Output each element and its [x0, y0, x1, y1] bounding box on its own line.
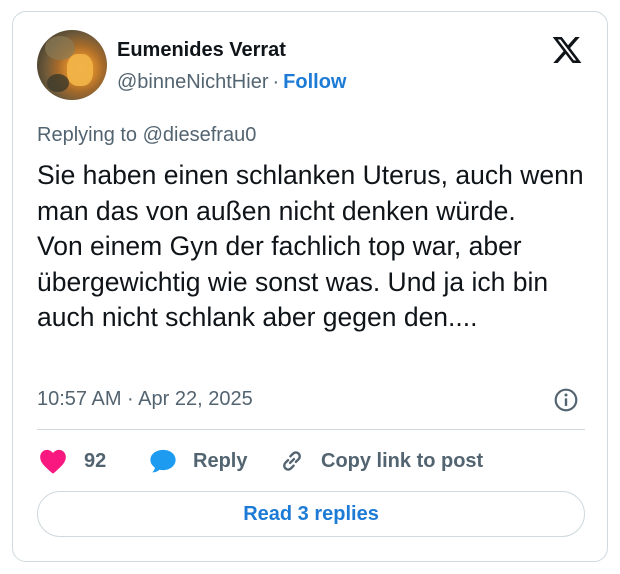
divider	[37, 429, 585, 430]
copy-link-label: Copy link to post	[321, 449, 484, 472]
author-handle[interactable]: @binneNichtHier	[117, 71, 268, 93]
read-replies-button[interactable]: Read 3 replies	[37, 491, 585, 537]
avatar-shape	[47, 74, 69, 92]
avatar[interactable]	[37, 30, 107, 100]
copy-link-button[interactable]: Copy link to post	[279, 446, 483, 476]
info-icon[interactable]	[553, 387, 579, 413]
avatar-shape	[67, 54, 93, 86]
speech-bubble-icon	[150, 449, 176, 473]
author-handle-row: @binneNichtHier · Follow	[117, 71, 346, 94]
like-button[interactable]: 92	[39, 446, 106, 476]
tweet-text: Sie haben einen schlanken Uterus, auch w…	[37, 160, 584, 332]
like-count: 92	[84, 449, 107, 472]
author-display-name[interactable]: Eumenides Verrat	[117, 39, 286, 62]
tweet-timestamp[interactable]: 10:57 AM · Apr 22, 2025	[37, 388, 253, 411]
follow-button[interactable]: Follow	[283, 71, 346, 93]
link-icon	[283, 451, 301, 471]
replying-to-text: Replying to @diesefrau0	[37, 124, 257, 146]
tweet-card: Eumenides Verrat @binneNichtHier · Follow …	[12, 11, 608, 562]
reply-label: Reply	[193, 449, 248, 472]
x-logo-icon[interactable]	[551, 34, 583, 66]
separator-dot: ·	[272, 71, 280, 93]
reply-button[interactable]: Reply	[149, 446, 247, 476]
heart-icon	[40, 449, 66, 474]
